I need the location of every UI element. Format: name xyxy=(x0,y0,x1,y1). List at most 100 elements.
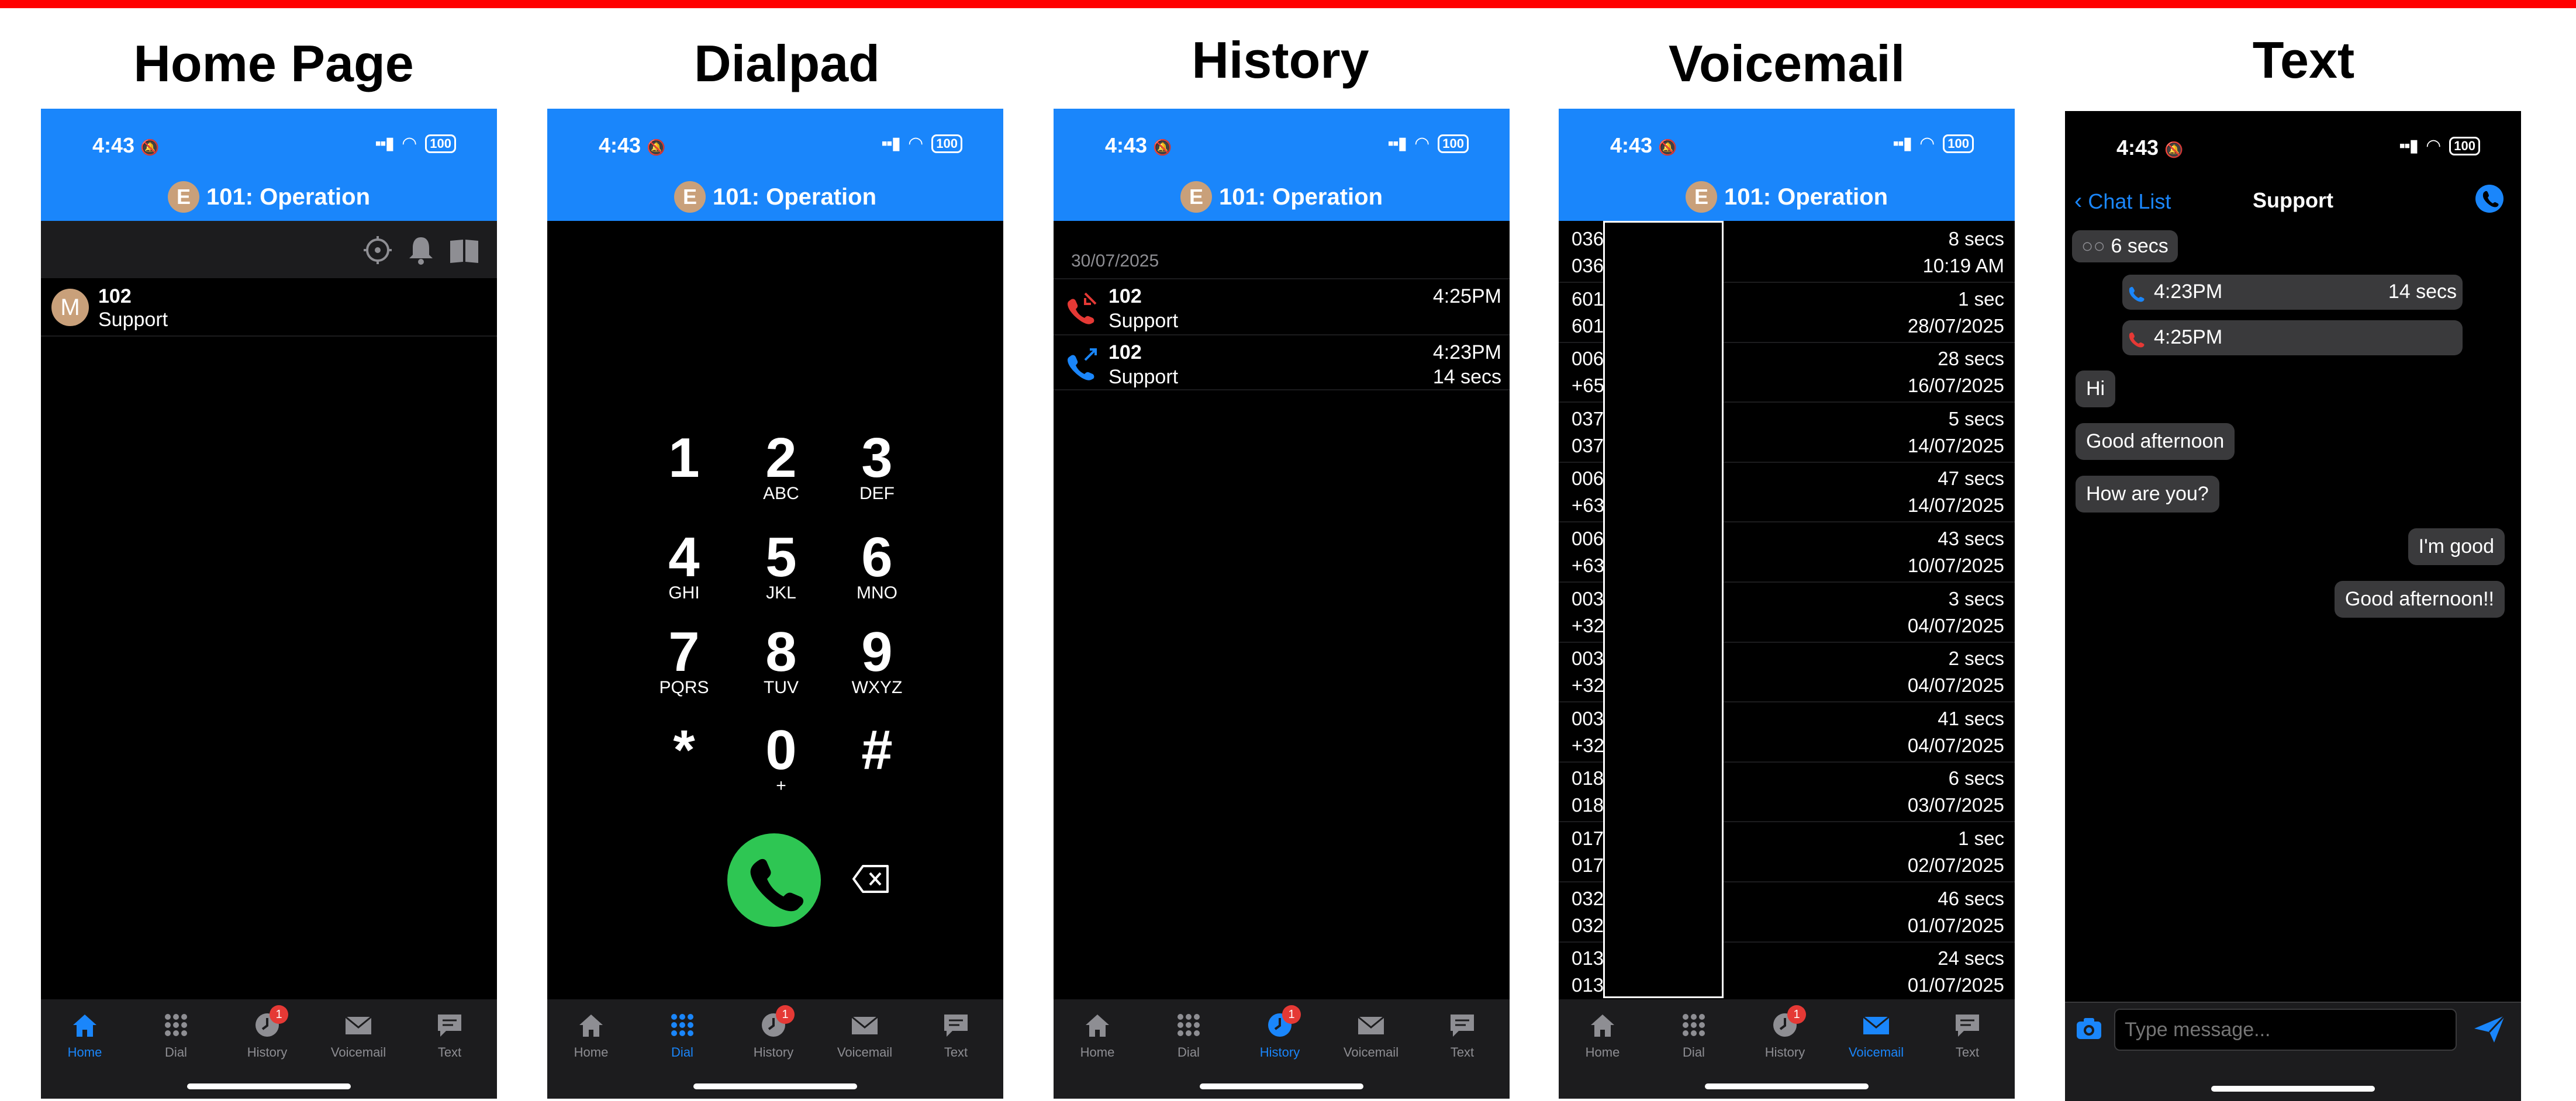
tab-history[interactable]: 1 History xyxy=(1741,1005,1829,1060)
status-bar: 4:43 🔕 ▪▪▮ ◠ 100 xyxy=(1559,109,2015,179)
call-log-pill[interactable]: 4:25PM xyxy=(2122,320,2463,355)
status-icons: ▪▪▮ ◠ 100 xyxy=(2399,136,2480,156)
voicemail-number: +32 xyxy=(1572,734,1604,756)
battery-icon: 100 xyxy=(425,134,456,153)
account-title[interactable]: E 101: Operation xyxy=(41,181,497,213)
home-icon xyxy=(1082,1010,1113,1040)
tab-label: Text xyxy=(944,1045,968,1060)
settings-icon[interactable] xyxy=(361,234,394,266)
chat-icon xyxy=(1447,1010,1477,1040)
voicemail-duration: 43 secs xyxy=(1938,528,2004,549)
backspace-icon[interactable] xyxy=(852,863,891,895)
tab-home[interactable]: Home xyxy=(547,1010,635,1060)
notification-badge: 1 xyxy=(1787,1005,1806,1024)
contact-row[interactable]: M 102 Support xyxy=(41,278,497,337)
tab-voicemail[interactable]: Voicemail xyxy=(1832,1010,1920,1060)
tab-voicemail[interactable]: Voicemail xyxy=(821,1010,909,1060)
contact-number: 102 xyxy=(98,285,132,307)
history-duration: 14 secs xyxy=(1432,366,1501,388)
dial-key[interactable]: 9 WXYZ xyxy=(842,623,912,698)
camera-icon[interactable] xyxy=(2076,1017,2102,1040)
home-icon xyxy=(1587,1010,1618,1040)
send-icon[interactable] xyxy=(2473,1015,2506,1044)
tab-text[interactable]: Text xyxy=(1924,1010,2011,1060)
dial-key[interactable]: 2 ABC xyxy=(746,429,816,504)
panel-title-voicemail: Voicemail xyxy=(1668,34,1905,92)
tab-dial[interactable]: Dial xyxy=(132,1010,220,1060)
home-icon xyxy=(70,1010,100,1040)
tab-voicemail[interactable]: Voicemail xyxy=(315,1010,402,1060)
tab-home[interactable]: Home xyxy=(1054,1010,1141,1060)
voicemail-caller: 006 xyxy=(1572,348,1604,370)
envelope-icon xyxy=(343,1010,374,1040)
status-bar: 4:43 🔕 ▪▪▮ ◠ 100 xyxy=(2065,111,2521,181)
dial-key-digit: 8 xyxy=(765,621,797,683)
account-title[interactable]: E 101: Operation xyxy=(1559,181,2015,213)
chat-icon xyxy=(1952,1010,1983,1040)
voicemail-date: 02/07/2025 xyxy=(1907,854,2004,876)
call-log-pill[interactable]: 4:23PM 14 secs xyxy=(2122,275,2463,310)
dial-key-letters: TUV xyxy=(764,678,799,697)
battery-icon: 100 xyxy=(2449,136,2480,155)
incoming-message[interactable]: Hi xyxy=(2076,371,2116,407)
dial-key[interactable]: 0 + xyxy=(746,721,816,796)
dial-key[interactable]: 3 DEF xyxy=(842,429,912,504)
voicemail-date: 14/07/2025 xyxy=(1907,434,2004,456)
dial-key[interactable]: 4 GHI xyxy=(649,528,719,603)
incoming-message[interactable]: Good afternoon xyxy=(2076,423,2235,460)
dial-key[interactable]: 5 JKL xyxy=(746,528,816,603)
dial-key[interactable]: # xyxy=(842,721,912,780)
dial-key[interactable]: * xyxy=(649,721,719,780)
status-time: 4:43 🔕 xyxy=(2116,136,2184,160)
home-indicator xyxy=(693,1083,857,1089)
dial-key[interactable]: 8 TUV xyxy=(746,623,816,698)
tab-label: History xyxy=(247,1045,288,1060)
dial-key[interactable]: 1 xyxy=(649,427,719,489)
voicemail-duration: 1 sec xyxy=(1958,288,2004,310)
home-indicator xyxy=(1705,1083,1869,1089)
tab-dial[interactable]: Dial xyxy=(1650,1010,1738,1060)
tab-text[interactable]: Text xyxy=(406,1010,493,1060)
envelope-icon xyxy=(850,1010,880,1040)
tab-bar: Home Dial 1 History Voicemail Text xyxy=(547,999,1003,1099)
history-time: 4:23PM xyxy=(1432,341,1501,363)
voicemail-duration: 41 secs xyxy=(1938,707,2004,729)
tab-dial[interactable]: Dial xyxy=(638,1010,726,1060)
tab-history[interactable]: 1 History xyxy=(1236,1005,1324,1060)
wifi-icon: ◠ xyxy=(402,134,417,153)
voicemail-pill[interactable]: ○○ 6 secs xyxy=(2072,230,2178,262)
message-input[interactable] xyxy=(2114,1009,2457,1051)
grid-icon xyxy=(1679,1010,1709,1040)
account-title[interactable]: E 101: Operation xyxy=(1054,181,1510,213)
tab-history[interactable]: 1 History xyxy=(730,1005,817,1060)
history-row[interactable]: 102 Support 4:25PM xyxy=(1054,278,1510,334)
dial-key[interactable]: 6 MNO xyxy=(842,528,912,603)
redaction-box xyxy=(1603,221,1724,998)
outgoing-message[interactable]: I'm good xyxy=(2408,528,2505,565)
dial-key-digit: 1 xyxy=(668,427,700,489)
tab-home[interactable]: Home xyxy=(41,1010,129,1060)
book-icon[interactable] xyxy=(448,234,481,266)
dial-key[interactable]: 7 PQRS xyxy=(649,623,719,698)
tab-text[interactable]: Text xyxy=(1418,1010,1506,1060)
call-contact-button[interactable] xyxy=(2475,185,2504,213)
incoming-message[interactable]: How are you? xyxy=(2076,476,2219,513)
outgoing-message[interactable]: Good afternoon!! xyxy=(2334,581,2505,618)
notification-badge: 1 xyxy=(776,1005,795,1024)
voicemail-duration: 1 sec xyxy=(1958,828,2004,849)
history-row[interactable]: 102 Support 4:23PM 14 secs xyxy=(1054,334,1510,390)
call-button[interactable] xyxy=(727,833,821,927)
tab-voicemail[interactable]: Voicemail xyxy=(1327,1010,1415,1060)
history-name: Support xyxy=(1109,366,1179,388)
bell-icon[interactable] xyxy=(405,234,437,266)
tab-history[interactable]: 1 History xyxy=(223,1005,311,1060)
tab-label: Text xyxy=(437,1045,462,1060)
tab-dial[interactable]: Dial xyxy=(1145,1010,1232,1060)
tab-text[interactable]: Text xyxy=(912,1010,1000,1060)
tab-label: Text xyxy=(1450,1045,1475,1060)
tab-home[interactable]: Home xyxy=(1559,1010,1646,1060)
battery-icon: 100 xyxy=(1438,134,1469,153)
voicemail-number: 017 xyxy=(1572,854,1604,876)
history-name: Support xyxy=(1109,310,1179,332)
account-title[interactable]: E 101: Operation xyxy=(547,181,1003,213)
